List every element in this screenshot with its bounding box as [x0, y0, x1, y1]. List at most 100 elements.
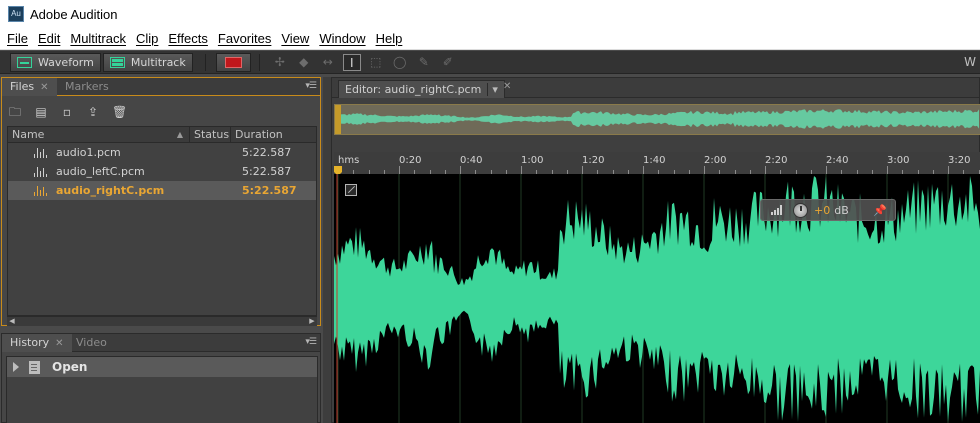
- marquee-tool-icon[interactable]: ⬚: [367, 54, 385, 71]
- history-item-label: Open: [52, 360, 88, 374]
- close-icon[interactable]: ✕: [503, 81, 511, 92]
- time-ruler-tick: [521, 166, 522, 174]
- time-ruler-tick: [704, 166, 705, 174]
- menu-effects[interactable]: Effects: [163, 31, 213, 46]
- file-duration: 5:22.587: [242, 146, 292, 159]
- brush-tool-icon[interactable]: ✎: [415, 54, 433, 71]
- file-name: audio_rightC.pcm: [56, 184, 165, 197]
- chevron-down-icon[interactable]: ▾: [487, 83, 498, 96]
- column-name[interactable]: Name ▲: [8, 127, 190, 142]
- time-ruler[interactable]: hms 0:20 0:40 1:00 1:20 1:40 2:00 2:20 2:40 3:00 3…: [334, 152, 980, 174]
- lasso-tool-icon[interactable]: ◯: [391, 54, 409, 71]
- file-name: audio_leftC.pcm: [56, 165, 145, 178]
- editor-tab-label: Editor: audio_rightC.pcm: [345, 83, 482, 96]
- editor-panel: Editor: audio_rightC.pcm ▾ ✕ hms 0:20 0:40 1…: [331, 77, 980, 423]
- multitrack-icon: [109, 56, 125, 68]
- document-icon: [29, 360, 40, 374]
- toolbar-right-label[interactable]: W: [964, 55, 976, 69]
- history-item[interactable]: Open: [7, 357, 317, 377]
- menu-edit[interactable]: Edit: [33, 31, 65, 46]
- toolbar-divider: [258, 53, 260, 71]
- column-status[interactable]: Status: [190, 127, 231, 142]
- play-icon[interactable]: [13, 362, 19, 372]
- slip-tool-icon[interactable]: ↔: [319, 54, 337, 71]
- waveform-view-button[interactable]: Waveform: [10, 52, 101, 72]
- time-ruler-label: 1:20: [582, 155, 605, 166]
- waveform-display[interactable]: +0 dB 📌: [334, 174, 980, 423]
- amplitude-hud[interactable]: +0 dB 📌: [760, 199, 896, 221]
- time-ruler-tick: [399, 166, 400, 174]
- tab-history[interactable]: History ✕: [2, 334, 72, 352]
- file-duration: 5:22.587: [242, 184, 297, 197]
- column-duration[interactable]: Duration: [231, 127, 316, 142]
- volume-knob[interactable]: [793, 202, 808, 218]
- scroll-right-icon[interactable]: ▶: [307, 317, 317, 326]
- menu-clip[interactable]: Clip: [131, 31, 163, 46]
- menu-multitrack[interactable]: Multitrack: [65, 31, 131, 46]
- history-panel-tabbar: History ✕ Video ▾☰: [2, 334, 320, 352]
- insert-icon[interactable]: ⇪: [86, 105, 100, 119]
- tab-files[interactable]: Files ✕: [2, 78, 57, 96]
- menu-favorites[interactable]: Favorites: [213, 31, 276, 46]
- files-panel-tabbar: Files ✕ Markers ▾☰: [2, 78, 320, 96]
- record-icon: [224, 56, 242, 68]
- close-icon[interactable]: ✕: [55, 338, 63, 349]
- tab-video[interactable]: Video: [68, 334, 115, 352]
- audio-file-icon: [34, 147, 48, 158]
- multitrack-view-button[interactable]: Multitrack: [102, 52, 193, 72]
- time-selection-tool-icon[interactable]: I: [342, 53, 361, 71]
- overview-waveform[interactable]: [334, 104, 980, 135]
- files-panel: Files ✕ Markers ▾☰ 🗀 ▤ ▫ ⇪ 🗑 Name ▲ Status…: [1, 77, 321, 326]
- panel-menu-icon[interactable]: ▾☰: [305, 337, 317, 347]
- time-ruler-label: hms: [338, 155, 360, 166]
- import-icon[interactable]: ▤: [34, 105, 48, 119]
- menu-help[interactable]: Help: [371, 31, 408, 46]
- time-ruler-tick: [643, 166, 644, 174]
- time-ruler-label: 3:00: [887, 155, 910, 166]
- move-tool-icon[interactable]: ✢: [271, 54, 289, 71]
- tab-markers[interactable]: Markers: [57, 78, 117, 96]
- time-ruler-tick: [887, 166, 888, 174]
- scroll-left-icon[interactable]: ◀: [7, 317, 17, 326]
- overview-viewport-handle: [335, 105, 341, 134]
- overview-waveform-graphic: [335, 105, 980, 134]
- file-row-selected[interactable]: audio_rightC.pcm 5:22.587: [8, 181, 316, 200]
- trash-icon[interactable]: 🗑: [112, 105, 127, 119]
- volume-value[interactable]: +0: [814, 204, 830, 217]
- waveform-label: Waveform: [38, 55, 94, 69]
- waveform-icon: [17, 56, 32, 68]
- toolbar: Waveform Multitrack ✢ ◆ ↔ I ⬚ ◯ ✎ ✐ W: [0, 51, 980, 74]
- menu-file[interactable]: File: [2, 31, 33, 46]
- tab-editor[interactable]: Editor: audio_rightC.pcm ▾: [338, 80, 505, 98]
- file-table-header: Name ▲ Status Duration: [8, 127, 316, 143]
- app-icon: Au: [8, 6, 24, 22]
- tab-markers-label: Markers: [65, 80, 109, 93]
- pin-icon[interactable]: 📌: [873, 204, 887, 217]
- menu-bar: File Edit Multitrack Clip Effects Favori…: [0, 28, 980, 50]
- close-icon[interactable]: ✕: [40, 82, 48, 93]
- time-ruler-tick: [460, 166, 461, 174]
- razor-tool-icon[interactable]: ◆: [295, 54, 313, 71]
- file-row[interactable]: audio_leftC.pcm 5:22.587: [8, 162, 316, 181]
- time-ruler-label: 3:20: [948, 155, 971, 166]
- sort-ascending-icon: ▲: [176, 130, 183, 139]
- time-ruler-label: 2:40: [826, 155, 849, 166]
- file-table: Name ▲ Status Duration audio1.pcm 5:22.58…: [7, 126, 317, 316]
- toolbar-divider: [204, 53, 206, 71]
- time-ruler-label: 2:00: [704, 155, 727, 166]
- panel-divider[interactable]: [323, 77, 331, 423]
- menu-window[interactable]: Window: [314, 31, 370, 46]
- zoom-navigator-icon[interactable]: [345, 184, 357, 196]
- horizontal-scrollbar[interactable]: ◀ ▶: [7, 316, 317, 326]
- record-toggle-button[interactable]: [215, 52, 251, 72]
- panel-menu-icon[interactable]: ▾☰: [305, 81, 317, 91]
- editor-tabbar: Editor: audio_rightC.pcm ▾ ✕: [332, 78, 979, 98]
- open-folder-icon[interactable]: 🗀: [8, 105, 22, 119]
- tab-history-label: History: [10, 336, 50, 349]
- title-bar: Au Adobe Audition: [0, 0, 980, 28]
- spot-healing-tool-icon[interactable]: ✐: [439, 54, 457, 71]
- new-file-icon[interactable]: ▫: [60, 105, 74, 119]
- file-row[interactable]: audio1.pcm 5:22.587: [8, 143, 316, 162]
- time-ruler-label: 1:40: [643, 155, 666, 166]
- menu-view[interactable]: View: [276, 31, 314, 46]
